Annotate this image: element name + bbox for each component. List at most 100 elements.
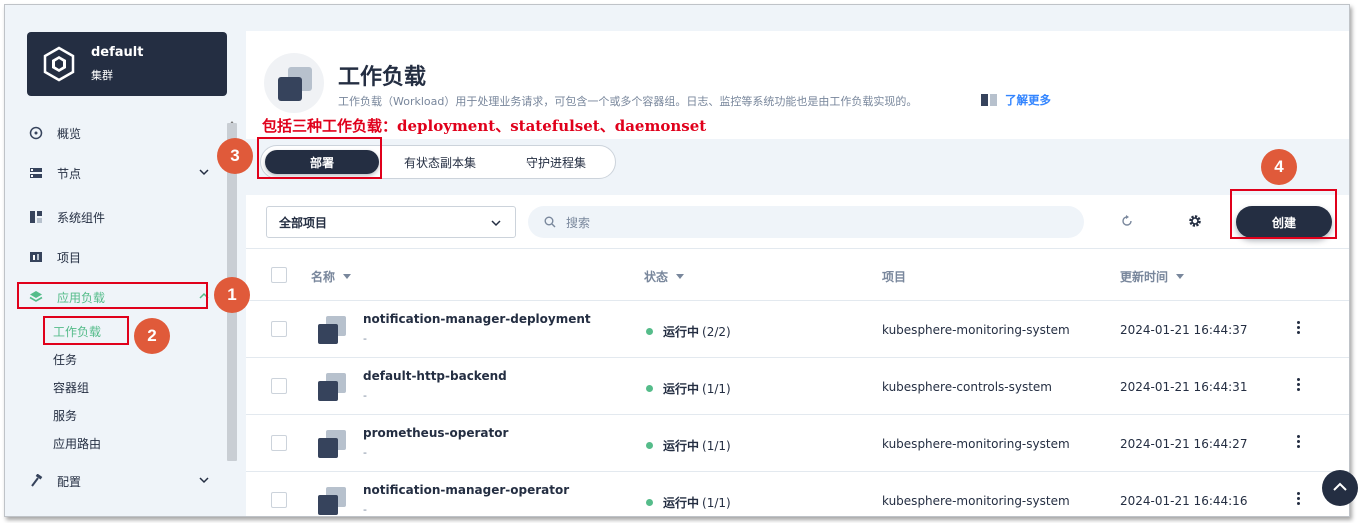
table-row[interactable]: notification-manager-deployment - 运行中 (2/… [246, 301, 1349, 358]
column-header-label: 状态 [644, 270, 669, 284]
row-checkbox[interactable] [271, 378, 287, 394]
table-row[interactable]: prometheus-operator - 运行中 (1/1) kubespher… [246, 415, 1349, 472]
updated-time-cell: 2024-01-21 16:44:16 [1120, 494, 1248, 508]
project-cell: kubesphere-monitoring-system [882, 494, 1070, 508]
gear-icon[interactable] [1188, 214, 1202, 228]
tab-statefulsets[interactable]: 有状态副本集 [383, 150, 497, 174]
workload-table: 名称 状态 项目 更新时间 notification-manager-deplo… [246, 249, 1349, 516]
status-cell: 运行中 (1/1) [646, 494, 731, 511]
cluster-icon [43, 46, 75, 82]
status-dot [646, 442, 653, 449]
sidebar-subitem-pods[interactable]: 容器组 [53, 379, 89, 396]
replica-count: (1/1) [702, 438, 731, 453]
project-select[interactable]: 全部项目 [266, 206, 516, 238]
column-header-label: 项目 [882, 270, 907, 284]
more-actions-icon[interactable] [1297, 321, 1301, 335]
replica-count: (1/1) [702, 381, 731, 396]
table-header: 名称 状态 项目 更新时间 [246, 249, 1349, 301]
workload-name-link[interactable]: notification-manager-deployment [363, 312, 591, 326]
workload-banner-icon [264, 53, 324, 113]
sidebar-subitem-jobs[interactable]: 任务 [53, 351, 77, 368]
table-row[interactable]: notification-manager-operator - 运行中 (1/1)… [246, 472, 1349, 516]
workload-name-link[interactable]: notification-manager-operator [363, 483, 569, 497]
workload-name-link[interactable]: default-http-backend [363, 369, 507, 383]
tab-daemonsets[interactable]: 守护进程集 [501, 150, 611, 174]
replica-count: (1/1) [702, 495, 731, 510]
sidebar-item-projects[interactable]: 项目 [27, 245, 215, 269]
project-select-value: 全部项目 [279, 215, 328, 230]
status-text: 运行中 [663, 439, 700, 453]
search-input[interactable]: 搜索 [528, 206, 1084, 238]
project-cell: kubesphere-monitoring-system [882, 323, 1070, 337]
learn-more-link[interactable]: 了解更多 [981, 92, 1051, 108]
row-checkbox[interactable] [271, 321, 287, 337]
sidebar-item-components[interactable]: 系统组件 [27, 205, 215, 229]
search-placeholder: 搜索 [566, 215, 591, 230]
column-header-name[interactable]: 名称 [311, 268, 352, 285]
row-checkbox[interactable] [271, 492, 287, 508]
annotation-box-create [1230, 189, 1337, 239]
column-header-updated[interactable]: 更新时间 [1120, 268, 1185, 285]
workload-description: - [363, 503, 367, 516]
status-dot [646, 385, 653, 392]
search-icon [544, 216, 556, 228]
page-title: 工作负载 [338, 65, 427, 90]
cluster-card[interactable]: default 集群 [27, 32, 227, 96]
sidebar-item-label: 系统组件 [57, 210, 106, 225]
workload-icon [278, 67, 312, 101]
column-header-status[interactable]: 状态 [644, 268, 685, 285]
sidebar-subitem-ingresses[interactable]: 应用路由 [53, 435, 101, 452]
cluster-type: 集群 [91, 69, 113, 82]
sort-icon [676, 274, 685, 279]
status-cell: 运行中 (1/1) [646, 437, 731, 454]
page-description: 工作负载（Workload）用于处理业务请求，可包含一个或多个容器组。日志、监控… [338, 95, 918, 108]
workload-description: - [363, 446, 367, 459]
project-cell: kubesphere-monitoring-system [882, 437, 1070, 451]
updated-time-cell: 2024-01-21 16:44:27 [1120, 437, 1248, 451]
cluster-name: default [91, 45, 144, 60]
sidebar-item-label: 配置 [57, 474, 82, 489]
sidebar-item-label: 概览 [57, 126, 82, 141]
sidebar-item-overview[interactable]: 概览 [27, 121, 215, 145]
help-button[interactable] [1322, 470, 1358, 506]
status-text: 运行中 [663, 325, 700, 339]
more-actions-icon[interactable] [1297, 378, 1301, 392]
replica-count: (2/2) [702, 324, 731, 339]
step-badge-3: 3 [217, 138, 253, 174]
toolbar: 全部项目 搜索 创建 [246, 195, 1349, 249]
sidebar-item-label: 节点 [57, 166, 82, 181]
project-icon [30, 252, 42, 262]
status-dot [646, 499, 653, 506]
sidebar-subitem-services[interactable]: 服务 [53, 407, 77, 424]
annotation-box-tabs [257, 137, 382, 179]
select-all-checkbox[interactable] [271, 267, 287, 283]
status-text: 运行中 [663, 496, 700, 510]
sort-icon [1176, 274, 1185, 279]
sidebar: default 集群 概览 节点 系统组件 项目 应用负载 工作负载 任务 容器… [5, 5, 243, 516]
deployment-icon [318, 316, 346, 344]
book-icon [981, 94, 997, 106]
step-badge-1: 1 [214, 277, 250, 313]
annotation-box-workloads [43, 316, 129, 345]
sidebar-item-nodes[interactable]: 节点 [27, 161, 215, 185]
workload-name-link[interactable]: prometheus-operator [363, 426, 508, 440]
dashboard-icon [29, 126, 43, 140]
updated-time-cell: 2024-01-21 16:44:31 [1120, 380, 1248, 394]
status-text: 运行中 [663, 382, 700, 396]
step-badge-4: 4 [1261, 149, 1297, 185]
row-checkbox[interactable] [271, 435, 287, 451]
page-header: 工作负载 工作负载（Workload）用于处理业务请求，可包含一个或多个容器组。… [246, 31, 1349, 139]
refresh-icon[interactable] [1120, 214, 1134, 228]
column-header-label: 名称 [311, 270, 336, 284]
table-row[interactable]: default-http-backend - 运行中 (1/1) kubesphe… [246, 358, 1349, 415]
more-actions-icon[interactable] [1297, 435, 1301, 449]
chevron-down-icon [491, 220, 501, 227]
hammer-icon [31, 474, 43, 487]
sidebar-item-config[interactable]: 配置 [27, 469, 215, 493]
learn-more-label: 了解更多 [1005, 93, 1051, 107]
more-actions-icon[interactable] [1297, 492, 1301, 506]
status-cell: 运行中 (2/2) [646, 323, 731, 340]
annotation-box-app-workloads [17, 282, 208, 309]
deployment-icon [318, 373, 346, 401]
components-icon [30, 211, 42, 223]
